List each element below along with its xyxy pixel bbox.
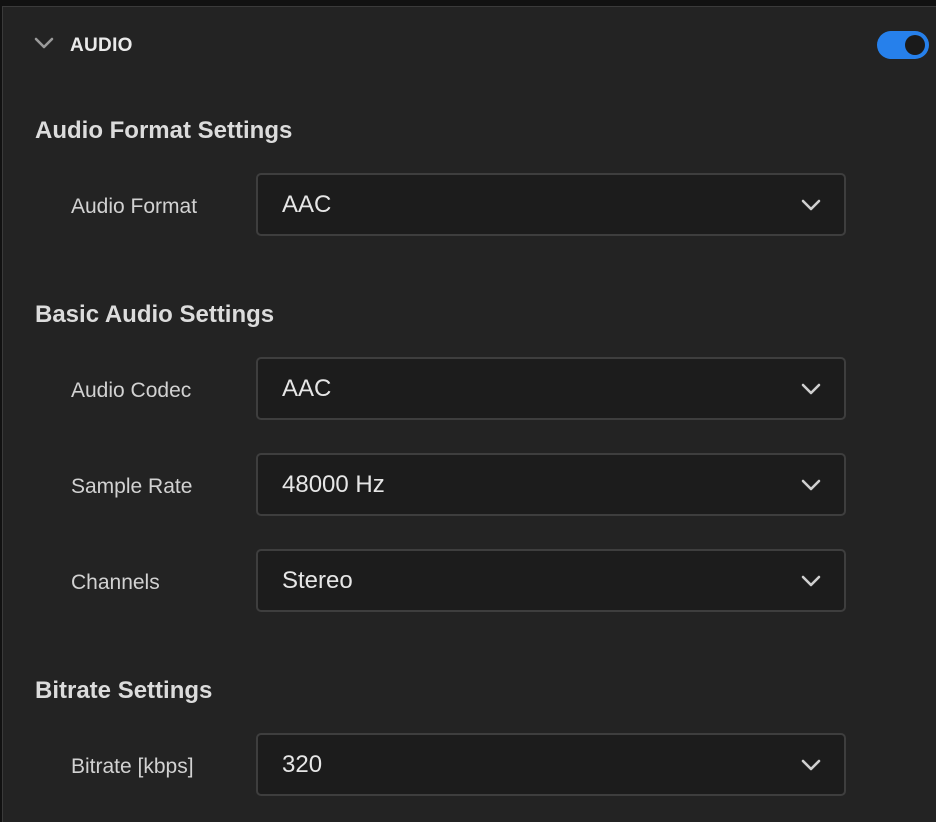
chevron-down-icon (800, 381, 822, 397)
chevron-down-icon (800, 477, 822, 493)
bitrate-dropdown[interactable]: 320 (256, 733, 846, 796)
audio-format-label: Audio Format (71, 195, 197, 219)
audio-format-value: AAC (282, 191, 331, 219)
group-title-bitrate: Bitrate Settings (35, 677, 212, 705)
sample-rate-dropdown[interactable]: 48000 Hz (256, 453, 846, 516)
audio-settings-panel: AUDIO Audio Format Settings Audio Format… (2, 6, 936, 822)
section-title: AUDIO (70, 35, 133, 57)
chevron-down-icon[interactable] (33, 35, 55, 51)
bitrate-value: 320 (282, 751, 322, 779)
group-title-audio-format: Audio Format Settings (35, 117, 292, 145)
channels-value: Stereo (282, 567, 353, 595)
channels-label: Channels (71, 571, 160, 595)
audio-codec-label: Audio Codec (71, 379, 191, 403)
sample-rate-value: 48000 Hz (282, 471, 385, 499)
group-title-basic-audio: Basic Audio Settings (35, 301, 274, 329)
audio-section-header[interactable]: AUDIO (3, 7, 936, 85)
chevron-down-icon (800, 573, 822, 589)
toggle-knob (905, 35, 925, 55)
sample-rate-label: Sample Rate (71, 475, 192, 499)
chevron-down-icon (800, 197, 822, 213)
channels-dropdown[interactable]: Stereo (256, 549, 846, 612)
audio-enable-toggle[interactable] (877, 31, 929, 59)
bitrate-label: Bitrate [kbps] (71, 755, 194, 779)
audio-codec-dropdown[interactable]: AAC (256, 357, 846, 420)
audio-codec-value: AAC (282, 375, 331, 403)
chevron-down-icon (800, 757, 822, 773)
audio-format-dropdown[interactable]: AAC (256, 173, 846, 236)
